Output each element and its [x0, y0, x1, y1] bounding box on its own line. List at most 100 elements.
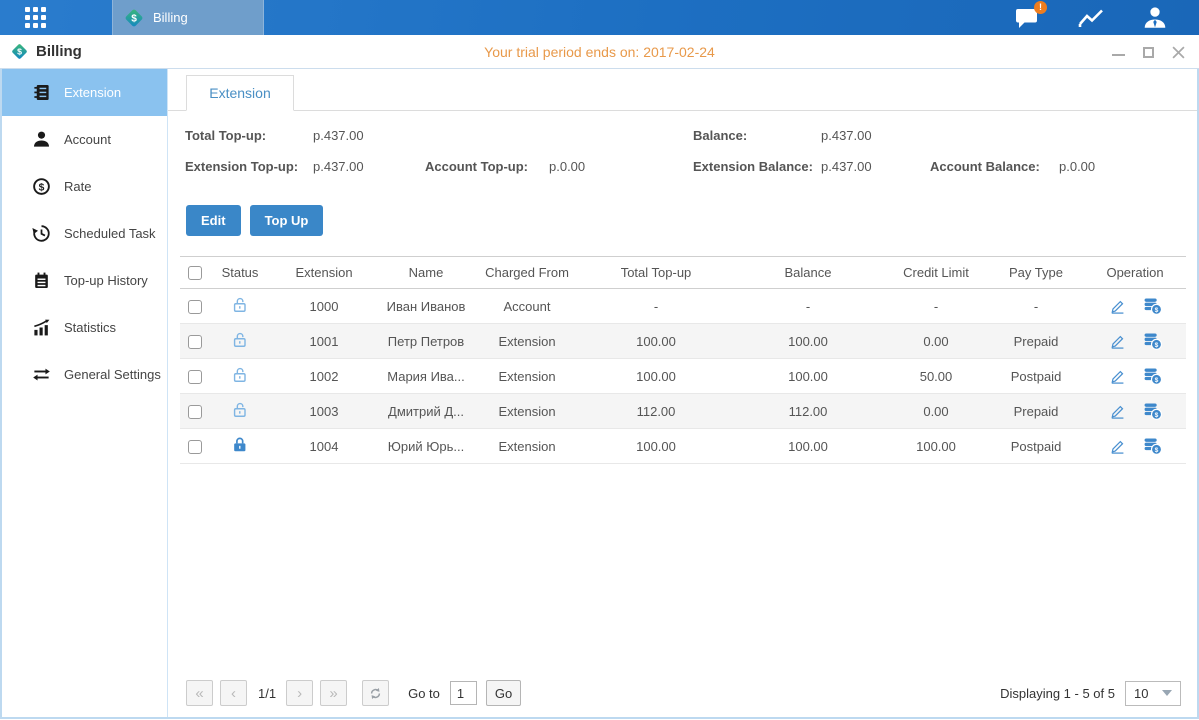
- charged-from-cell: Extension: [474, 359, 580, 394]
- notification-badge: !: [1034, 1, 1047, 14]
- top-up-button[interactable]: Top Up: [250, 205, 324, 236]
- window-title-bar: $ Billing Your trial period ends on: 201…: [0, 35, 1199, 69]
- operation-cell: $: [1084, 394, 1186, 429]
- status-cell: [210, 429, 270, 464]
- lock-open-icon: [230, 400, 250, 420]
- notifications-button[interactable]: !: [1013, 5, 1041, 31]
- total-topup-value: p.437.00: [313, 128, 364, 143]
- tab-extension[interactable]: Extension: [186, 75, 294, 111]
- top-bar: $ Billing !: [0, 0, 1199, 35]
- account-icon: [32, 130, 51, 149]
- edit-icon[interactable]: [1108, 401, 1128, 421]
- sidebar-item-label: Extension: [64, 85, 121, 100]
- close-icon: [1172, 46, 1185, 59]
- close-button[interactable]: [1171, 45, 1185, 59]
- pay-type-cell: Postpaid: [988, 359, 1084, 394]
- sidebar-item-topup-history[interactable]: Top-up History: [2, 257, 167, 304]
- balance-value: p.437.00: [821, 128, 872, 143]
- sidebar-item-label: Rate: [64, 179, 91, 194]
- goto-label: Go to: [408, 686, 440, 701]
- account-topup-value: p.0.00: [549, 159, 585, 174]
- status-cell: [210, 394, 270, 429]
- tab-bar: Extension: [168, 69, 1197, 111]
- minimize-button[interactable]: [1111, 45, 1125, 59]
- top-up-icon[interactable]: $: [1142, 436, 1163, 456]
- sidebar-item-rate[interactable]: $ Rate: [2, 163, 167, 210]
- row-checkbox[interactable]: [188, 405, 202, 419]
- table-header-row: Status Extension Name Charged From Total…: [180, 257, 1186, 289]
- app-launcher-button[interactable]: [0, 0, 70, 35]
- col-status: Status: [210, 257, 270, 289]
- refresh-button[interactable]: [362, 680, 389, 706]
- select-all-checkbox[interactable]: [188, 266, 202, 280]
- sidebar-item-general-settings[interactable]: General Settings: [2, 351, 167, 398]
- scheduled-task-icon: [32, 224, 51, 243]
- maximize-icon: [1143, 47, 1154, 58]
- row-checkbox[interactable]: [188, 335, 202, 349]
- first-page-button[interactable]: «: [186, 680, 213, 706]
- minimize-icon: [1112, 54, 1125, 56]
- edit-icon[interactable]: [1108, 296, 1128, 316]
- svg-text:$: $: [39, 182, 45, 193]
- action-buttons: Edit Top Up: [186, 205, 1197, 236]
- charged-from-cell: Account: [474, 289, 580, 324]
- prev-page-button[interactable]: ‹: [220, 680, 247, 706]
- table-row: 1004Юрий Юрь...Extension100.00100.00100.…: [180, 429, 1186, 464]
- sidebar-item-account[interactable]: Account: [2, 116, 167, 163]
- go-button[interactable]: Go: [486, 680, 521, 706]
- top-up-icon[interactable]: $: [1142, 366, 1163, 386]
- goto-page-input[interactable]: [450, 681, 477, 705]
- status-cell: [210, 359, 270, 394]
- user-icon: [1142, 5, 1168, 31]
- edit-icon[interactable]: [1108, 331, 1128, 351]
- svg-text:$: $: [131, 13, 137, 24]
- page-size-value: 10: [1134, 686, 1148, 701]
- svg-text:$: $: [1154, 447, 1158, 454]
- total-topup-cell: 100.00: [580, 429, 732, 464]
- row-checkbox[interactable]: [188, 370, 202, 384]
- trial-notice: Your trial period ends on: 2017-02-24: [0, 44, 1199, 60]
- credit-limit-cell: 100.00: [884, 429, 988, 464]
- top-up-icon[interactable]: $: [1142, 331, 1163, 351]
- row-checkbox[interactable]: [188, 440, 202, 454]
- extension-balance-label: Extension Balance:: [693, 159, 813, 174]
- account-topup-label: Account Top-up:: [425, 159, 528, 174]
- sidebar-item-label: Statistics: [64, 320, 116, 335]
- line-chart-icon: [1078, 6, 1104, 30]
- reports-button[interactable]: [1077, 5, 1105, 31]
- sidebar-item-statistics[interactable]: Statistics: [2, 304, 167, 351]
- charged-from-cell: Extension: [474, 429, 580, 464]
- next-page-button[interactable]: ›: [286, 680, 313, 706]
- name-cell: Петр Петров: [378, 324, 474, 359]
- account-balance-value: p.0.00: [1059, 159, 1095, 174]
- edit-icon[interactable]: [1108, 436, 1128, 456]
- pagination-bar: « ‹ 1/1 › » Go to Go Displaying: [186, 679, 1181, 707]
- maximize-button[interactable]: [1141, 45, 1155, 59]
- extension-cell: 1004: [270, 429, 378, 464]
- edit-button[interactable]: Edit: [186, 205, 241, 236]
- charged-from-cell: Extension: [474, 324, 580, 359]
- edit-icon[interactable]: [1108, 366, 1128, 386]
- sidebar-item-scheduled-task[interactable]: Scheduled Task: [2, 210, 167, 257]
- col-pay-type: Pay Type: [988, 257, 1084, 289]
- user-menu-button[interactable]: [1141, 5, 1169, 31]
- page-size-select[interactable]: 10: [1125, 681, 1181, 706]
- rate-icon: $: [32, 177, 51, 196]
- status-cell: [210, 289, 270, 324]
- main-content: Extension Total Top-up: p.437.00 Balance…: [168, 69, 1197, 717]
- billing-diamond-icon: $: [123, 7, 145, 29]
- displaying-info: Displaying 1 - 5 of 5: [1000, 686, 1115, 701]
- extension-cell: 1000: [270, 289, 378, 324]
- row-checkbox[interactable]: [188, 300, 202, 314]
- top-up-icon[interactable]: $: [1142, 401, 1163, 421]
- chevron-down-icon: [1162, 690, 1172, 696]
- last-page-button[interactable]: »: [320, 680, 347, 706]
- top-up-icon[interactable]: $: [1142, 296, 1163, 316]
- operation-cell: $: [1084, 324, 1186, 359]
- total-topup-label: Total Top-up:: [185, 128, 266, 143]
- extension-icon: [32, 83, 51, 102]
- total-topup-cell: 100.00: [580, 359, 732, 394]
- topbar-billing-tab[interactable]: $ Billing: [112, 0, 264, 35]
- sidebar-item-extension[interactable]: Extension: [2, 69, 167, 116]
- account-balance-label: Account Balance:: [930, 159, 1040, 174]
